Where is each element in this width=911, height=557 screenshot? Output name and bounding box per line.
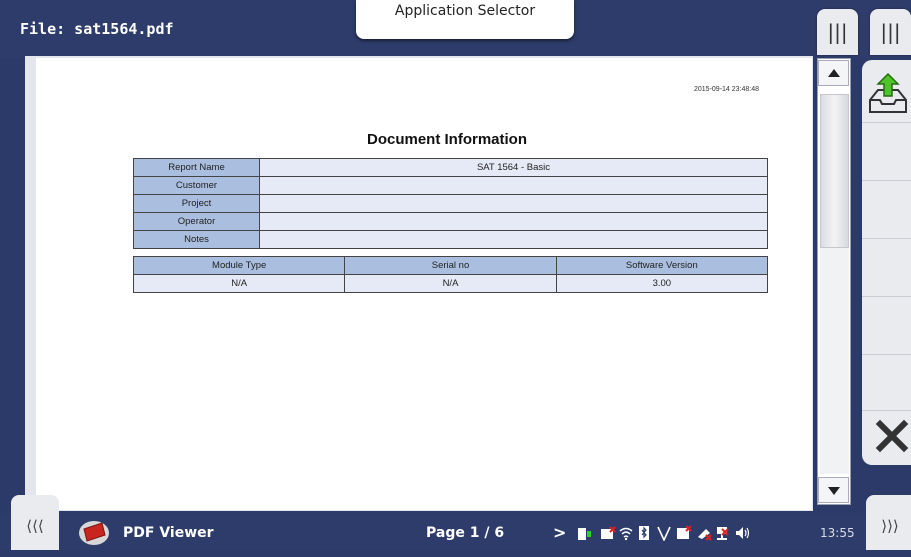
chevrons-right-icon: ⟩⟩⟩ — [881, 517, 899, 535]
info-key: Customer — [133, 176, 260, 195]
scroll-thumb[interactable] — [820, 94, 849, 248]
menu-tab-right[interactable]: ||| — [870, 9, 911, 55]
chevrons-left-icon: ⟨⟨⟨ — [26, 517, 44, 535]
document-info-table: Report Name SAT 1564 - Basic Customer Pro… — [133, 158, 768, 249]
file-title: File: sat1564.pdf — [20, 20, 174, 38]
table-row: N/A N/A 3.00 — [132, 274, 769, 293]
arrow-down-icon — [827, 487, 840, 495]
info-key: Project — [133, 194, 260, 213]
column-header: Module Type — [132, 256, 346, 275]
arrow-up-icon — [827, 69, 840, 77]
app-name: PDF Viewer — [123, 525, 214, 541]
menu-lines-icon: ||| — [880, 20, 901, 44]
table-cell: N/A — [132, 274, 346, 293]
status-expand-arrow[interactable]: > — [553, 523, 566, 542]
table-row: Project — [133, 194, 768, 213]
info-value — [259, 176, 768, 195]
page-indicator: Page 1 / 6 — [426, 525, 505, 541]
application-selector-label: Application Selector — [394, 3, 536, 19]
table-row: Report Name SAT 1564 - Basic — [133, 158, 768, 177]
info-value — [259, 212, 768, 231]
camera-off-icon — [600, 525, 616, 541]
info-value — [259, 230, 768, 249]
table-cell: 3.00 — [555, 274, 769, 293]
info-value: SAT 1564 - Basic — [259, 158, 768, 177]
pdf-viewer-icon — [78, 518, 110, 546]
table-row: Operator — [133, 212, 768, 231]
table-row: Notes — [133, 230, 768, 249]
close-button[interactable] — [872, 412, 911, 456]
wifi-icon — [618, 525, 634, 541]
panel-divider — [862, 296, 911, 297]
info-value — [259, 194, 768, 213]
module-info-table: Module Type Serial no Software Version N… — [132, 256, 769, 293]
panel-divider — [862, 410, 911, 411]
document-heading: Document Information — [367, 131, 527, 148]
info-key: Operator — [133, 212, 260, 231]
panel-divider — [862, 354, 911, 355]
close-icon — [875, 419, 909, 453]
side-panel — [862, 60, 911, 465]
application-selector-tab[interactable]: Application Selector — [356, 0, 574, 39]
report-timestamp: 2015-09-14 23:48:48 — [694, 86, 759, 93]
upload-tray-icon — [869, 72, 907, 113]
table-row: Customer — [133, 176, 768, 195]
bluetooth-icon — [636, 525, 652, 541]
info-key: Notes — [133, 230, 260, 249]
table-header-row: Module Type Serial no Software Version — [132, 256, 769, 275]
scroll-up-button[interactable] — [818, 60, 849, 86]
info-key: Report Name — [133, 158, 260, 177]
menu-lines-icon: ||| — [827, 20, 848, 44]
battery-plug-icon — [576, 525, 592, 541]
column-header: Serial no — [344, 256, 557, 275]
v-status-icon — [656, 525, 672, 542]
export-button[interactable] — [866, 66, 910, 118]
satellite-off-icon — [696, 525, 712, 541]
clock: 13:55 — [820, 526, 855, 540]
terminal-off-icon — [676, 525, 692, 541]
panel-divider — [862, 180, 911, 181]
previous-nav-tab[interactable]: ⟨⟨⟨ — [11, 495, 59, 550]
next-nav-tab[interactable]: ⟩⟩⟩ — [866, 495, 911, 550]
table-cell: N/A — [344, 274, 557, 293]
network-off-icon — [714, 525, 730, 541]
menu-tab-left[interactable]: ||| — [817, 9, 858, 55]
volume-icon[interactable] — [734, 525, 750, 541]
panel-divider — [862, 238, 911, 239]
panel-divider — [862, 122, 911, 123]
column-header: Software Version — [555, 256, 769, 275]
scroll-down-button[interactable] — [818, 477, 849, 503]
